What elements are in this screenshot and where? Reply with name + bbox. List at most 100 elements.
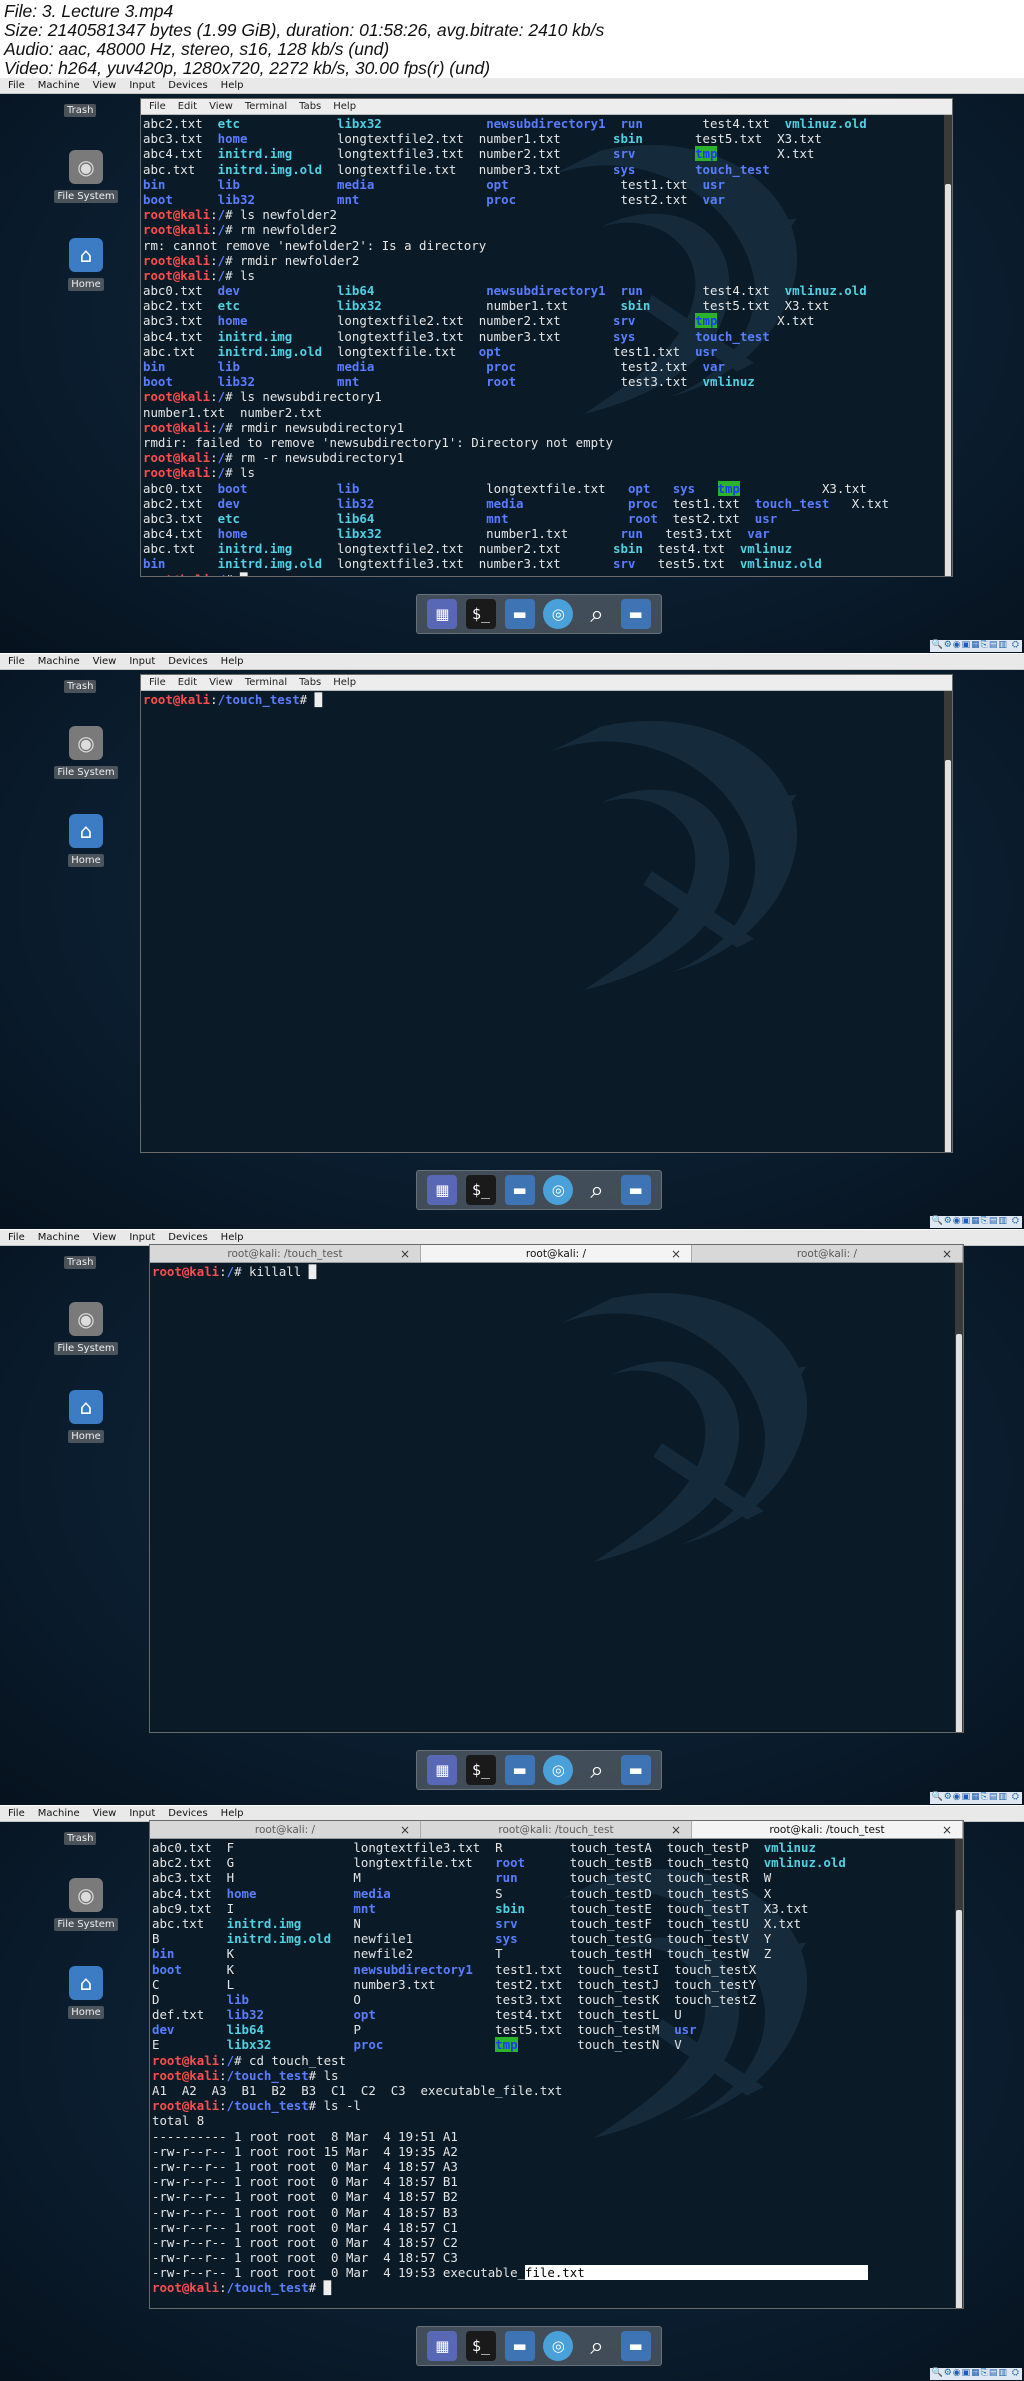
terminal-icon[interactable]: $_: [465, 1755, 496, 1785]
workspace-icon[interactable]: ▦: [427, 1175, 458, 1205]
terminal-tabbar: root@kali: / × root@kali: /touch_test × root…: [150, 1821, 963, 1839]
vbox-menu-devices[interactable]: Devices: [168, 78, 207, 94]
scrollbar-thumb[interactable]: [945, 184, 951, 576]
terminal-icon[interactable]: $_: [465, 1175, 496, 1205]
terminal-output[interactable]: abc0.txt F longtextfile3.txt R touch_tes…: [150, 1839, 963, 2308]
terminal-icon[interactable]: $_: [465, 2331, 496, 2361]
vbox-menu-help[interactable]: Help: [221, 78, 244, 94]
search-icon[interactable]: ⌕: [582, 1175, 612, 1205]
vbox-menu-machine[interactable]: Machine: [38, 654, 80, 670]
vbox-menu-view[interactable]: View: [93, 1230, 117, 1246]
vbox-menu-file[interactable]: File: [8, 1230, 25, 1246]
terminal-scrollbar[interactable]: [944, 691, 952, 1152]
home-label: Home: [68, 854, 104, 867]
trash-label[interactable]: Trash: [64, 104, 97, 117]
filesystem-desktop-icon[interactable]: ◉ File System: [50, 1302, 122, 1355]
terminal-menu-file[interactable]: File: [149, 675, 166, 691]
terminal-output[interactable]: abc2.txt etc libx32 newsubdirectory1 run…: [141, 115, 952, 576]
close-icon[interactable]: ×: [942, 1821, 952, 1839]
vbox-menu-machine[interactable]: Machine: [38, 1806, 80, 1822]
terminal-icon[interactable]: $_: [465, 599, 496, 629]
workspace-icon[interactable]: ▦: [427, 1755, 458, 1785]
folder-icon[interactable]: ▬: [620, 599, 651, 629]
files-icon[interactable]: ▬: [504, 1755, 535, 1785]
terminal-scrollbar[interactable]: [944, 115, 952, 576]
workspace-icon[interactable]: ▦: [427, 599, 458, 629]
close-icon[interactable]: ×: [400, 1821, 410, 1839]
vbox-menu-machine[interactable]: Machine: [38, 78, 80, 94]
terminal-tab[interactable]: root@kali: / ×: [421, 1245, 692, 1262]
vbox-menu-input[interactable]: Input: [129, 78, 155, 94]
trash-label[interactable]: Trash: [64, 1256, 97, 1269]
folder-icon[interactable]: ▬: [620, 1755, 651, 1785]
browser-icon[interactable]: ◎: [543, 1175, 574, 1205]
terminal-tab[interactable]: root@kali: / ×: [692, 1245, 963, 1262]
terminal-line: root@kali:/touch_test# ls: [152, 2067, 339, 2083]
home-desktop-icon[interactable]: ⌂ Home: [50, 238, 122, 291]
vbox-menu-view[interactable]: View: [93, 1806, 117, 1822]
terminal-menu-help[interactable]: Help: [333, 99, 356, 115]
scrollbar-thumb[interactable]: [956, 1909, 962, 2308]
vbox-menu-file[interactable]: File: [8, 78, 25, 94]
terminal-tab[interactable]: root@kali: /touch_test ×: [421, 1821, 692, 1838]
vbox-menu-help[interactable]: Help: [221, 654, 244, 670]
text-cursor: █: [308, 1264, 317, 1279]
terminal-menu-edit[interactable]: Edit: [178, 675, 197, 691]
vbox-menu-devices[interactable]: Devices: [168, 654, 207, 670]
search-icon[interactable]: ⌕: [582, 599, 612, 629]
vbox-menu-file[interactable]: File: [8, 1806, 25, 1822]
filesystem-desktop-icon[interactable]: ◉ File System: [50, 150, 122, 203]
terminal-window[interactable]: File Edit View Terminal Tabs Help abc2.txt etc…: [140, 98, 953, 577]
search-icon[interactable]: ⌕: [582, 2331, 612, 2361]
terminal-tab[interactable]: root@kali: /touch_test ×: [150, 1245, 421, 1262]
close-icon[interactable]: ×: [400, 1245, 410, 1263]
terminal-output[interactable]: root@kali:/# killall █: [150, 1263, 963, 1732]
files-icon[interactable]: ▬: [504, 1175, 535, 1205]
scrollbar-thumb[interactable]: [945, 760, 951, 1152]
workspace-icon[interactable]: ▦: [427, 2331, 458, 2361]
terminal-output[interactable]: root@kali:/touch_test# █: [141, 691, 952, 1152]
search-icon[interactable]: ⌕: [582, 1755, 612, 1785]
browser-icon[interactable]: ◎: [543, 1755, 574, 1785]
terminal-menu-edit[interactable]: Edit: [178, 99, 197, 115]
trash-label[interactable]: Trash: [64, 680, 97, 693]
home-desktop-icon[interactable]: ⌂ Home: [50, 814, 122, 867]
trash-label[interactable]: Trash: [64, 1832, 97, 1845]
terminal-menu-view[interactable]: View: [209, 675, 233, 691]
home-desktop-icon[interactable]: ⌂ Home: [50, 1966, 122, 2019]
folder-icon[interactable]: ▬: [620, 1175, 651, 1205]
vbox-menu-file[interactable]: File: [8, 654, 25, 670]
vbox-menu-machine[interactable]: Machine: [38, 1230, 80, 1246]
folder-icon[interactable]: ▬: [620, 2331, 651, 2361]
home-desktop-icon[interactable]: ⌂ Home: [50, 1390, 122, 1443]
vbox-menu-input[interactable]: Input: [129, 654, 155, 670]
terminal-menu-help[interactable]: Help: [333, 675, 356, 691]
terminal-menu-terminal[interactable]: Terminal: [245, 675, 287, 691]
terminal-menu-file[interactable]: File: [149, 99, 166, 115]
browser-icon[interactable]: ◎: [543, 2331, 574, 2361]
terminal-menu-terminal[interactable]: Terminal: [245, 99, 287, 115]
vbox-menu-view[interactable]: View: [93, 78, 117, 94]
close-icon[interactable]: ×: [942, 1245, 952, 1263]
terminal-line: abc9.txt I mnt sbin touch_testE touch_te…: [152, 1900, 809, 1916]
close-icon[interactable]: ×: [671, 1821, 681, 1839]
terminal-menu-view[interactable]: View: [209, 99, 233, 115]
terminal-menu-tabs[interactable]: Tabs: [299, 99, 321, 115]
terminal-tab[interactable]: root@kali: / ×: [150, 1821, 421, 1838]
terminal-window[interactable]: root@kali: / × root@kali: /touch_test × root…: [149, 1820, 964, 2309]
files-icon[interactable]: ▬: [504, 599, 535, 629]
terminal-window[interactable]: File Edit View Terminal Tabs Help root@kali:/t…: [140, 674, 953, 1153]
vbox-menu-view[interactable]: View: [93, 654, 117, 670]
filesystem-desktop-icon[interactable]: ◉ File System: [50, 726, 122, 779]
info-line: Audio: aac, 48000 Hz, stereo, s16, 128 k…: [4, 39, 390, 59]
terminal-window[interactable]: root@kali: /touch_test × root@kali: / × root…: [149, 1244, 964, 1733]
terminal-menu-tabs[interactable]: Tabs: [299, 675, 321, 691]
terminal-tab[interactable]: root@kali: /touch_test ×: [692, 1821, 963, 1838]
filesystem-desktop-icon[interactable]: ◉ File System: [50, 1878, 122, 1931]
files-icon[interactable]: ▬: [504, 2331, 535, 2361]
browser-icon[interactable]: ◎: [543, 599, 574, 629]
scrollbar-thumb[interactable]: [956, 1333, 962, 1732]
close-icon[interactable]: ×: [671, 1245, 681, 1263]
terminal-scrollbar[interactable]: [955, 1839, 963, 2308]
terminal-scrollbar[interactable]: [955, 1263, 963, 1732]
